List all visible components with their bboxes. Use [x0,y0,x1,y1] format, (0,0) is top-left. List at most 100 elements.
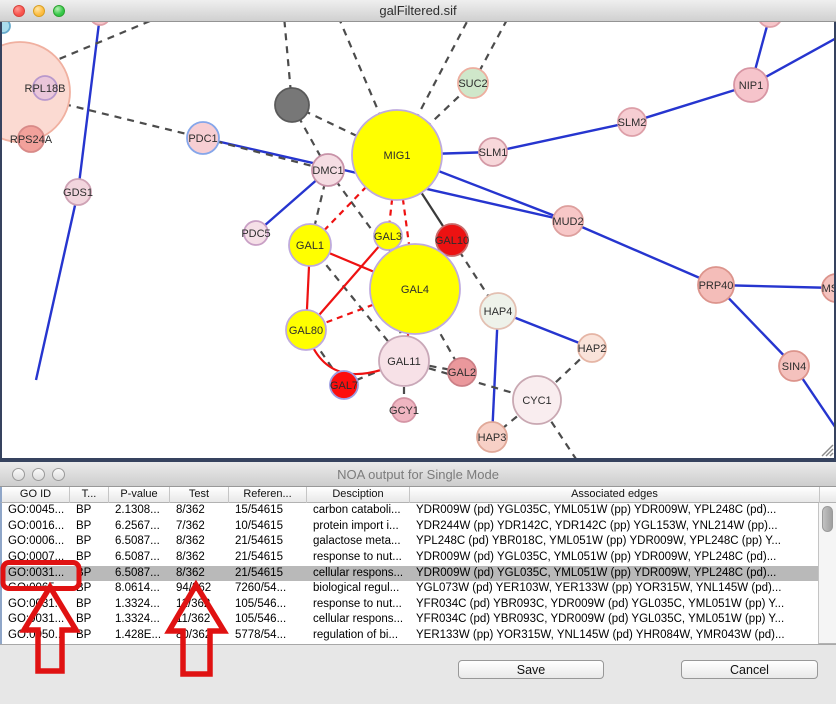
cell[interactable]: BP [70,519,109,535]
cell[interactable]: 7260/54... [229,581,307,597]
node-gcy1[interactable]: GCY1 [389,398,419,422]
node-prp40[interactable]: PRP40 [698,267,734,303]
node-dmc1[interactable]: DMC1 [312,154,344,186]
save-button[interactable]: Save [458,660,604,679]
scrollbar-thumb[interactable] [822,506,833,532]
cell[interactable]: 2.1308... [109,503,170,519]
cell[interactable]: GO:0016... [2,519,70,535]
cell[interactable]: GO:0007... [2,550,70,566]
cell[interactable]: GO:0031... [2,597,70,613]
node-slm2[interactable]: SLM2 [618,108,647,136]
table-row[interactable]: GO:0016...BP6.2567...7/36210/54615protei… [2,519,818,535]
cell[interactable]: 21/54615 [229,550,307,566]
node-gal4[interactable]: GAL4 [370,244,460,334]
node-cyc1[interactable]: CYC1 [513,376,561,424]
cell[interactable]: BP [70,503,109,519]
column-header-associated-edges[interactable]: Associated edges [410,487,820,503]
cell[interactable]: 1.3324... [109,612,170,628]
node-gal80[interactable]: GAL80 [286,310,326,350]
cell[interactable]: 1.428E... [109,628,170,644]
cell[interactable]: 10/54615 [229,519,307,535]
node-gal11[interactable]: GAL11 [379,336,429,386]
cell[interactable]: YFR034C (pd) YBR093C, YDR009W (pd) YGL03… [410,612,818,628]
table-row[interactable]: GO:0031...BP6.5087...8/36221/54615cellul… [2,566,818,582]
cell[interactable]: 7/362 [170,519,229,535]
cell[interactable]: 80/362 [170,628,229,644]
column-header-go-id[interactable]: GO ID [2,487,70,503]
cell[interactable]: 6.5087... [109,550,170,566]
cell[interactable]: GO:0031... [2,612,70,628]
cell[interactable]: BP [70,534,109,550]
cell[interactable]: 6.5087... [109,566,170,582]
node-gal2[interactable]: GAL2 [448,358,476,386]
cell[interactable]: cellular respons... [307,566,410,582]
node-gal7[interactable]: GAL7 [330,371,358,399]
node-mig1[interactable]: MIG1 [352,110,442,200]
cell[interactable]: 15/54615 [229,503,307,519]
table-row[interactable]: GO:0031...BP1.3324...11/362105/546...cel… [2,612,818,628]
resize-grip[interactable] [818,441,834,457]
column-header-t[interactable]: T... [70,487,109,503]
node-topa[interactable] [90,22,110,25]
cell[interactable]: 21/54615 [229,534,307,550]
node-hap3[interactable]: HAP3 [477,422,507,452]
cell[interactable]: YDR009W (pd) YGL035C, YML051W (pp) YDR00… [410,503,818,519]
cell[interactable]: 8/362 [170,534,229,550]
cell[interactable]: 8/362 [170,550,229,566]
cell[interactable]: 105/546... [229,597,307,613]
node-mud2[interactable]: MUD2 [552,206,583,236]
cell[interactable]: protein import i... [307,519,410,535]
cell[interactable]: 11/362 [170,597,229,613]
cell[interactable]: biological regul... [307,581,410,597]
table-row[interactable]: GO:0006...BP6.5087...8/36221/54615galact… [2,534,818,550]
cell[interactable]: 21/54615 [229,566,307,582]
node-gal3[interactable]: GAL3 [374,222,402,250]
column-header-desciption[interactable]: Desciption [307,487,410,503]
node-gds1[interactable]: GDS1 [63,179,93,205]
cell[interactable]: BP [70,597,109,613]
cell[interactable]: GO:0065... [2,581,70,597]
node-sin4[interactable]: SIN4 [779,351,809,381]
cell[interactable]: 8.0614... [109,581,170,597]
cell[interactable]: 5778/54... [229,628,307,644]
column-header-p-value[interactable]: P-value [109,487,170,503]
cell[interactable]: YDR009W (pd) YGL035C, YML051W (pp) YDR00… [410,550,818,566]
node-hap2[interactable]: HAP2 [578,334,607,362]
cell[interactable]: response to nut... [307,597,410,613]
cell[interactable]: YFR034C (pd) YBR093C, YDR009W (pd) YGL03… [410,597,818,613]
cell[interactable]: 6.2567... [109,519,170,535]
node-gal1[interactable]: GAL1 [289,224,331,266]
cell[interactable]: YDR009W (pd) YGL035C, YML051W (pp) YDR00… [410,566,818,582]
node-slm1[interactable]: SLM1 [479,138,508,166]
cell[interactable]: BP [70,566,109,582]
column-header-referen[interactable]: Referen... [229,487,307,503]
cell[interactable]: GO:0031... [2,566,70,582]
table-row[interactable]: GO:0050...BP1.428E...80/3625778/54...reg… [2,628,818,644]
cell[interactable]: BP [70,628,109,644]
cell[interactable]: 6.5087... [109,534,170,550]
table-row[interactable]: GO:0065...BP8.0614...94/3627260/54...bio… [2,581,818,597]
network-canvas[interactable]: RPL18BRPS24AGDS1PDC1DMC1SUC2SLM1SLM2NIP1… [0,22,836,458]
table-row[interactable]: GO:0045...BP2.1308...8/36215/54615carbon… [2,503,818,519]
node-topr[interactable] [758,22,782,27]
cell[interactable]: 1.3324... [109,597,170,613]
cell[interactable]: YPL248C (pd) YBR018C, YML051W (pp) YDR00… [410,534,818,550]
cell[interactable]: BP [70,581,109,597]
column-header-test[interactable]: Test [170,487,229,503]
cell[interactable]: GO:0050... [2,628,70,644]
table-scrollbar[interactable] [818,503,836,644]
node-pdc1[interactable]: PDC1 [187,122,219,154]
cell[interactable]: GO:0006... [2,534,70,550]
cell[interactable]: GO:0045... [2,503,70,519]
table-row[interactable]: GO:0007...BP6.5087...8/36221/54615respon… [2,550,818,566]
table-row[interactable]: GO:0031...BP1.3324...11/362105/546...res… [2,597,818,613]
cell[interactable]: 8/362 [170,503,229,519]
node-hap4[interactable]: HAP4 [480,293,516,329]
cell[interactable]: cellular respons... [307,612,410,628]
node-nip1[interactable]: NIP1 [734,68,768,102]
cell[interactable]: galactose meta... [307,534,410,550]
cell[interactable]: carbon cataboli... [307,503,410,519]
cell[interactable]: YER133W (pp) YOR315W, YNL145W (pd) YHR08… [410,628,818,644]
cell[interactable]: regulation of bi... [307,628,410,644]
cell[interactable]: BP [70,550,109,566]
